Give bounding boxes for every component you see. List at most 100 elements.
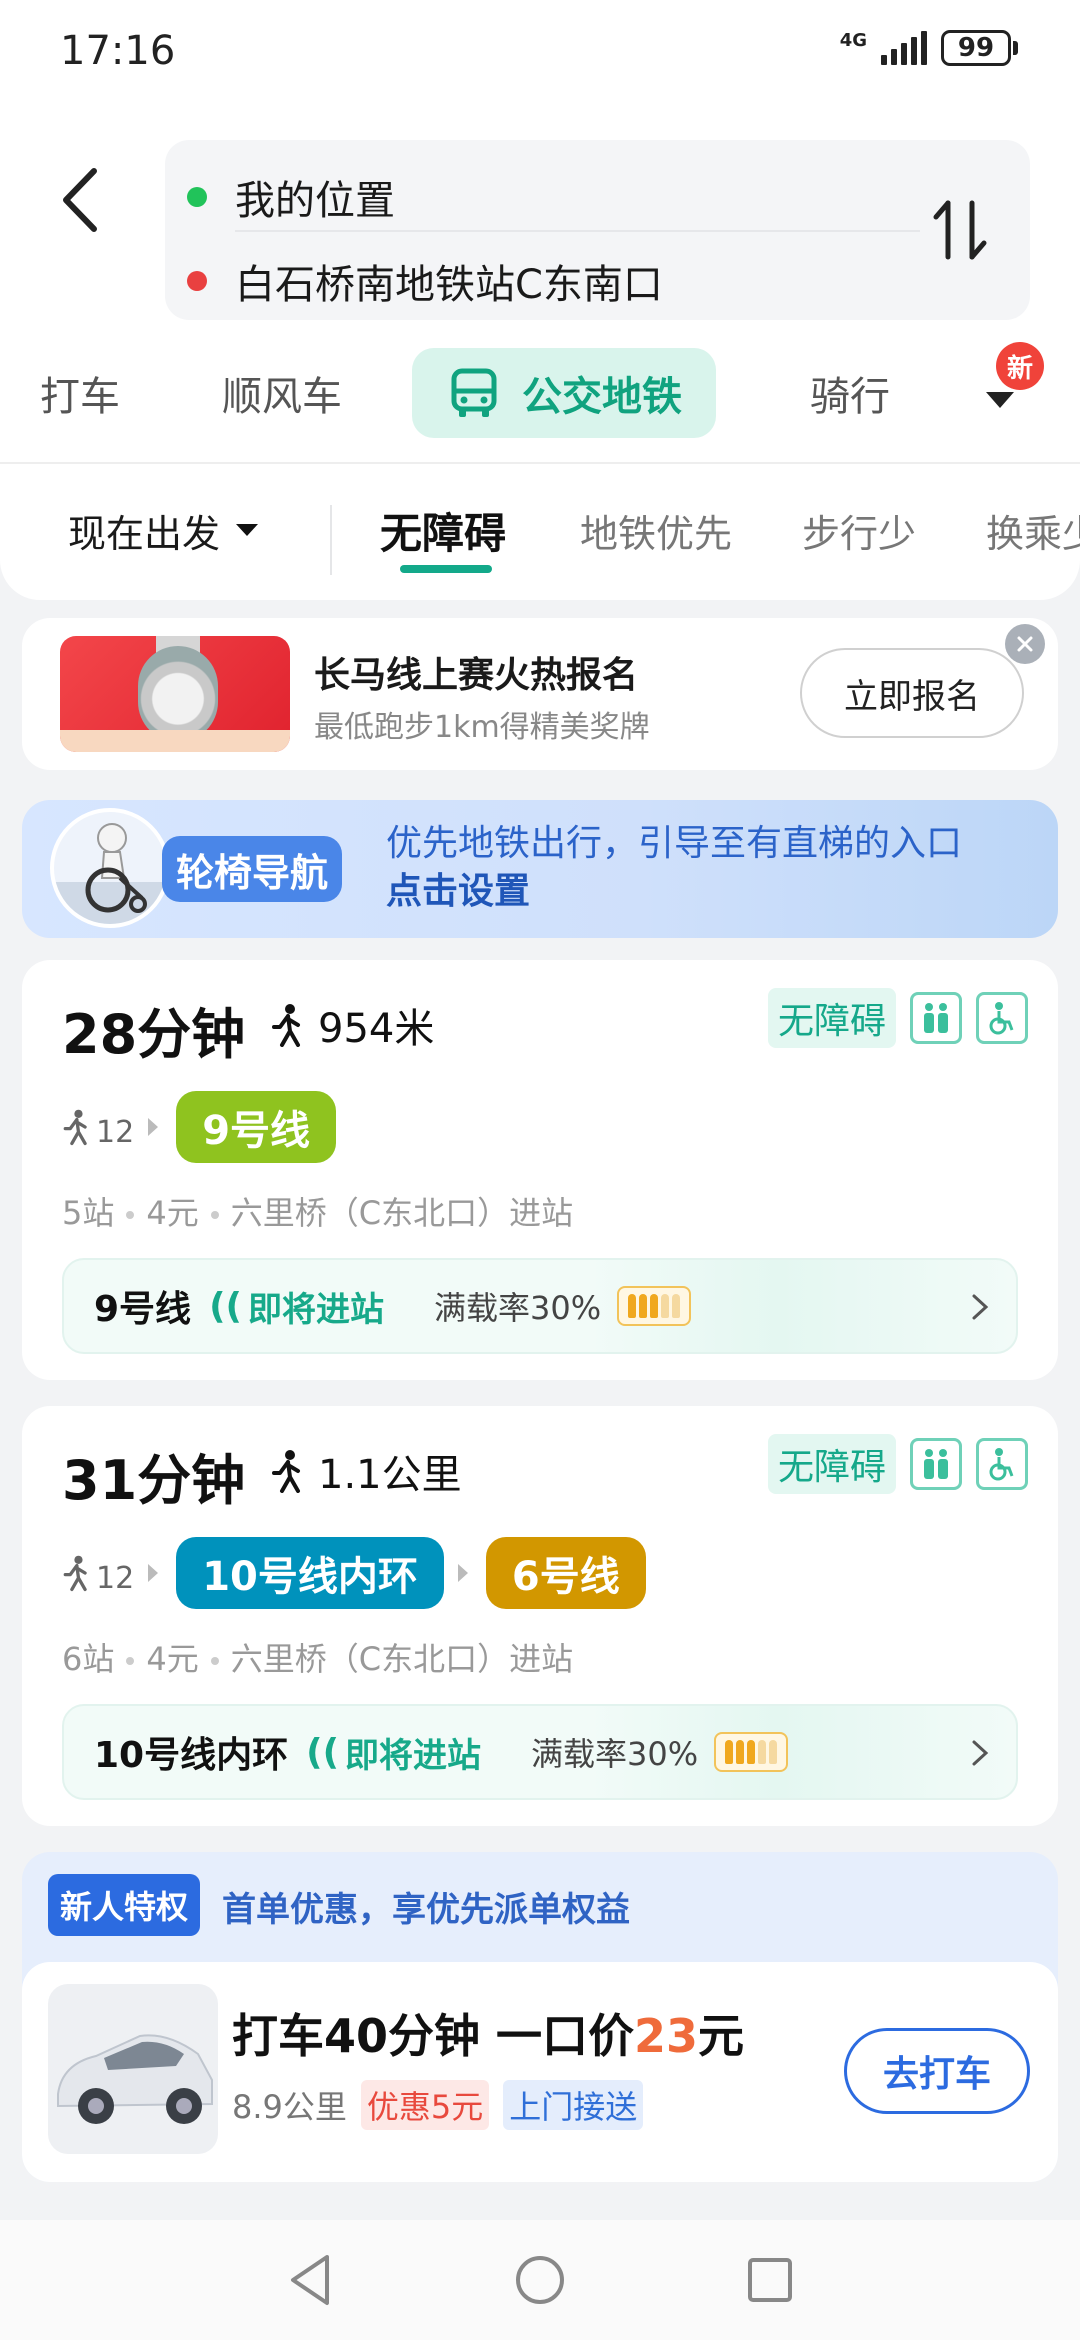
taxi-price: 23 xyxy=(634,2009,699,2063)
battery-icon: 99 xyxy=(941,30,1018,66)
fare: 4元 xyxy=(146,1640,199,1678)
entry-station: 六里桥（C东北口）进站 xyxy=(230,1194,574,1232)
route-option-card[interactable]: 31分钟 1.1公里 无障碍 12 10号线内环 6号线 6站 4元 六里桥（C东北… xyxy=(22,1406,1058,1826)
route-option-card[interactable]: 28分钟 954米 无障碍 12 9号线 5站 4元 六里桥（C东北口）进站 9号线… xyxy=(22,960,1058,1380)
divider xyxy=(0,462,1080,464)
car-image xyxy=(48,1984,218,2154)
tab-ride[interactable]: 骑行 xyxy=(810,348,890,438)
route-preference-bar: 现在出发 无障碍 地铁优先 步行少 换乘少 xyxy=(0,475,1080,585)
destination-field[interactable]: 白石桥南地铁站C东南口 xyxy=(187,246,663,316)
back-icon[interactable] xyxy=(60,155,120,245)
nav-home-icon[interactable] xyxy=(510,2250,570,2310)
register-button[interactable]: 立即报名 xyxy=(800,648,1024,738)
route-duration: 31分钟 xyxy=(62,1449,246,1512)
transit-lines: 12 9号线 xyxy=(62,1090,337,1164)
arrow-right-icon xyxy=(457,1564,468,1582)
elevator-icon xyxy=(910,992,962,1044)
live-arrival-box[interactable]: 10号线内环 (( 即将进站 满载率30% xyxy=(62,1704,1018,1800)
arrow-right-icon xyxy=(148,1564,159,1582)
close-icon[interactable] xyxy=(1005,624,1045,664)
route-meta: 5站 4元 六里桥（C东北口）进站 xyxy=(62,1188,573,1234)
entry-station: 六里桥（C东北口）进站 xyxy=(230,1640,574,1678)
crowd-level-icon xyxy=(714,1732,789,1772)
stop-count: 5站 xyxy=(62,1194,115,1232)
crowd-level-icon xyxy=(617,1286,692,1326)
swap-icon[interactable] xyxy=(915,180,1005,280)
medal-image xyxy=(60,636,290,752)
live-signal-icon: (( xyxy=(209,1285,242,1327)
load-rate: 满载率30% xyxy=(531,1735,699,1773)
line-badge: 9号线 xyxy=(176,1091,337,1163)
chevron-right-icon xyxy=(970,1738,990,1772)
pickup-badge: 上门接送 xyxy=(503,2080,644,2130)
accessible-label: 无障碍 xyxy=(767,988,896,1048)
accessibility-badges: 无障碍 xyxy=(767,988,1028,1048)
signal-icon xyxy=(881,31,927,65)
transit-lines: 12 10号线内环 6号线 xyxy=(62,1536,646,1610)
bus-icon xyxy=(448,367,500,419)
pref-tab-subway-first[interactable]: 地铁优先 xyxy=(580,475,732,585)
stop-count: 6站 xyxy=(62,1640,115,1678)
tab-taxi-label: 打车 xyxy=(40,374,120,420)
line-badge: 10号线内环 xyxy=(176,1537,444,1609)
promo-subtitle: 最低跑步1km得精美奖牌 xyxy=(314,710,650,745)
route-divider xyxy=(235,230,920,232)
wheelchair-nav-text: 优先地铁出行，引导至有直梯的入口 点击设置 xyxy=(386,820,962,916)
caret-down-icon xyxy=(236,524,259,536)
active-tab-indicator xyxy=(400,565,492,573)
status-time: 17:16 xyxy=(60,28,176,74)
wheelchair-nav-banner[interactable]: 轮椅导航 优先地铁出行，引导至有直梯的入口 点击设置 xyxy=(22,800,1058,938)
pref-tab-less-walking[interactable]: 步行少 xyxy=(802,475,916,585)
wheelchair-description: 优先地铁出行，引导至有直梯的入口 xyxy=(386,823,963,864)
elevator-icon xyxy=(910,1438,962,1490)
chevron-right-icon xyxy=(970,1292,990,1326)
live-signal-icon: (( xyxy=(306,1731,340,1773)
network-type: 4G xyxy=(839,30,867,51)
tab-ride-label: 骑行 xyxy=(810,374,890,420)
taxi-distance: 8.9公里 xyxy=(232,2088,347,2126)
divider xyxy=(330,505,332,575)
arrival-status: 即将进站 xyxy=(345,1735,482,1776)
tab-transit[interactable]: 公交地铁 xyxy=(412,348,716,438)
tab-transit-label: 公交地铁 xyxy=(522,374,682,420)
go-taxi-button[interactable]: 去打车 xyxy=(844,2028,1030,2114)
wheelchair-nav-tag: 轮椅导航 xyxy=(162,836,343,902)
walk-icon xyxy=(270,1449,304,1493)
destination-text: 白石桥南地铁站C东南口 xyxy=(235,262,663,308)
nav-recents-icon[interactable] xyxy=(740,2250,800,2310)
origin-field[interactable]: 我的位置 xyxy=(187,162,395,232)
battery-level: 99 xyxy=(941,30,1011,66)
promo-title: 长马线上赛火热报名 xyxy=(314,655,639,696)
wheelchair-settings-link[interactable]: 点击设置 xyxy=(386,868,962,916)
walk-distance-value: 1.1公里 xyxy=(318,1452,462,1498)
live-arrival-box[interactable]: 9号线 (( 即将进站 满载率30% xyxy=(62,1258,1018,1354)
accessible-toilet-icon xyxy=(976,1438,1028,1490)
discount-badge: 优惠5元 xyxy=(360,2080,490,2130)
wheelchair-avatar-icon xyxy=(50,808,170,928)
depart-time-dropdown[interactable]: 现在出发 xyxy=(68,475,259,585)
system-nav-bar xyxy=(0,2220,1080,2340)
taxi-offer-detail: 打车40分钟 一口价23元 8.9公里 优惠5元 上门接送 去打车 xyxy=(22,1962,1058,2182)
tab-carpool[interactable]: 顺风车 xyxy=(222,348,342,438)
destination-dot-icon xyxy=(187,271,207,291)
arrival-status: 即将进站 xyxy=(247,1289,384,1330)
taxi-title-suffix: 元 xyxy=(698,2009,745,2063)
walk-segment: 12 xyxy=(62,1105,134,1150)
nav-back-icon[interactable] xyxy=(280,2250,340,2310)
fare: 4元 xyxy=(146,1194,199,1232)
taxi-offer-title: 打车40分钟 一口价23元 xyxy=(232,2000,744,2066)
walk-segment: 12 xyxy=(62,1551,134,1596)
taxi-offer-card[interactable]: 新人特权 首单优惠，享优先派单权益 打车40分钟 一口价23元 8.9公里 优惠… xyxy=(22,1852,1058,2182)
pref-tab-less-transfer[interactable]: 换乘少 xyxy=(986,475,1080,585)
taxi-offer-headline: 首单优惠，享优先派单权益 xyxy=(222,1890,630,1930)
route-input-box: 我的位置 白石桥南地铁站C东南口 xyxy=(165,140,1030,320)
origin-text: 我的位置 xyxy=(235,178,395,224)
walk-distance: 954米 xyxy=(270,996,434,1054)
promo-banner[interactable]: 长马线上赛火热报名 最低跑步1km得精美奖牌 立即报名 xyxy=(22,618,1058,770)
tab-taxi[interactable]: 打车 xyxy=(40,348,120,438)
taxi-title-prefix: 打车40分钟 一口价 xyxy=(232,2009,635,2063)
status-bar: 17:16 4G 99 xyxy=(0,0,1080,110)
walk-minutes: 12 xyxy=(96,1114,135,1150)
load-rate: 满载率30% xyxy=(433,1289,602,1327)
live-line-name: 9号线 xyxy=(94,1289,192,1330)
